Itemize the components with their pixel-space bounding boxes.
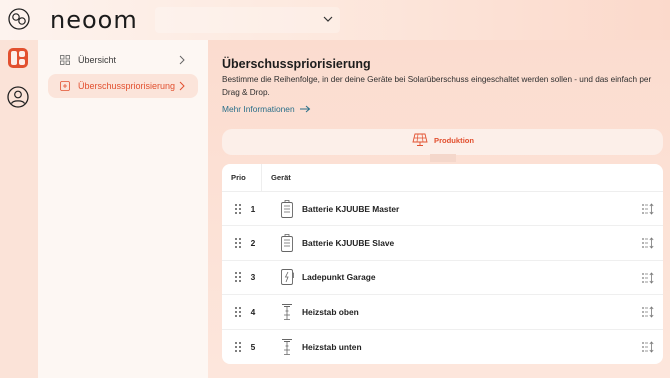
priority-table: Prio Gerät 1 Batterie KJUUBE Master 2 Ba… [222,164,663,364]
sidebar: Übersicht Überschusspriorisierung [38,40,208,378]
more-info-label: Mehr Informationen [222,104,295,114]
tab-bar: Produktion [222,129,663,155]
grid-icon [60,55,70,65]
table-row[interactable]: 2 Batterie KJUUBE Slave [222,226,663,261]
table-row[interactable]: 3 Ladepunkt Garage [222,261,663,296]
heating-rod-icon [282,303,292,320]
sidebar-item-overview[interactable]: Übersicht [48,48,198,72]
table-row[interactable]: 5 Heizstab unten [222,330,663,364]
chevron-right-icon [179,81,185,91]
more-info-link[interactable]: Mehr Informationen [222,104,311,114]
chevron-down-icon[interactable] [322,13,334,25]
arrow-right-icon [299,105,310,113]
drag-handle-icon[interactable] [234,237,242,249]
drag-handle-icon[interactable] [234,271,242,283]
drag-handle-icon[interactable] [234,341,242,353]
tab-production[interactable]: Produktion [412,133,474,147]
table-header: Prio Gerät [222,164,663,192]
reorder-icon[interactable] [641,237,655,250]
priority-icon [60,81,70,91]
sidebar-item-label: Übersicht [78,55,117,65]
battery-icon [281,199,293,218]
page-title: Überschusspriorisierung [222,57,371,71]
chevron-right-icon [179,55,185,65]
device-name: Batterie KJUUBE Master [302,203,400,214]
sidebar-item-surplus-prioritization[interactable]: Überschusspriorisierung [48,74,198,98]
main-content: Überschusspriorisierung Bestimme die Rei… [208,40,670,378]
drag-handle-icon[interactable] [234,203,242,215]
device-name: Heizstab unten [302,341,362,352]
battery-icon [281,234,293,253]
site-selector[interactable] [155,7,340,33]
tab-production-label: Produktion [434,135,475,145]
reorder-icon[interactable] [641,203,655,215]
device-name: Heizstab oben [302,306,359,317]
table-row[interactable]: 1 Batterie KJUUBE Master [222,192,663,227]
device-name: Ladepunkt Garage [302,272,376,283]
left-rail [0,40,38,378]
row-priority: 5 [250,341,256,352]
table-row[interactable]: 4 Heizstab oben [222,295,663,330]
solar-panel-icon [412,133,428,146]
column-header-prio: Prio [222,164,262,192]
reorder-icon[interactable] [641,272,655,284]
tab-indicator [430,154,456,162]
flows-app-icon[interactable] [6,46,30,70]
reorder-icon[interactable] [641,340,655,353]
reorder-icon[interactable] [641,306,655,318]
row-priority: 1 [250,203,256,214]
device-name: Batterie KJUUBE Slave [302,238,395,249]
logo-text: neoom [50,6,138,34]
row-priority: 2 [250,238,256,249]
drag-handle-icon[interactable] [234,306,242,318]
sidebar-item-label: Überschusspriorisierung [78,81,176,91]
row-priority: 4 [250,306,256,317]
neoom-symbol-icon [8,8,30,30]
user-icon[interactable] [6,85,30,109]
row-priority: 3 [250,272,256,283]
column-header-device: Gerät [271,173,291,182]
charging-point-icon [281,269,294,286]
heating-rod-icon [282,338,292,355]
page-description: Bestimme die Reihenfolge, in der deine G… [222,75,652,97]
top-bar: neoom [0,0,670,40]
